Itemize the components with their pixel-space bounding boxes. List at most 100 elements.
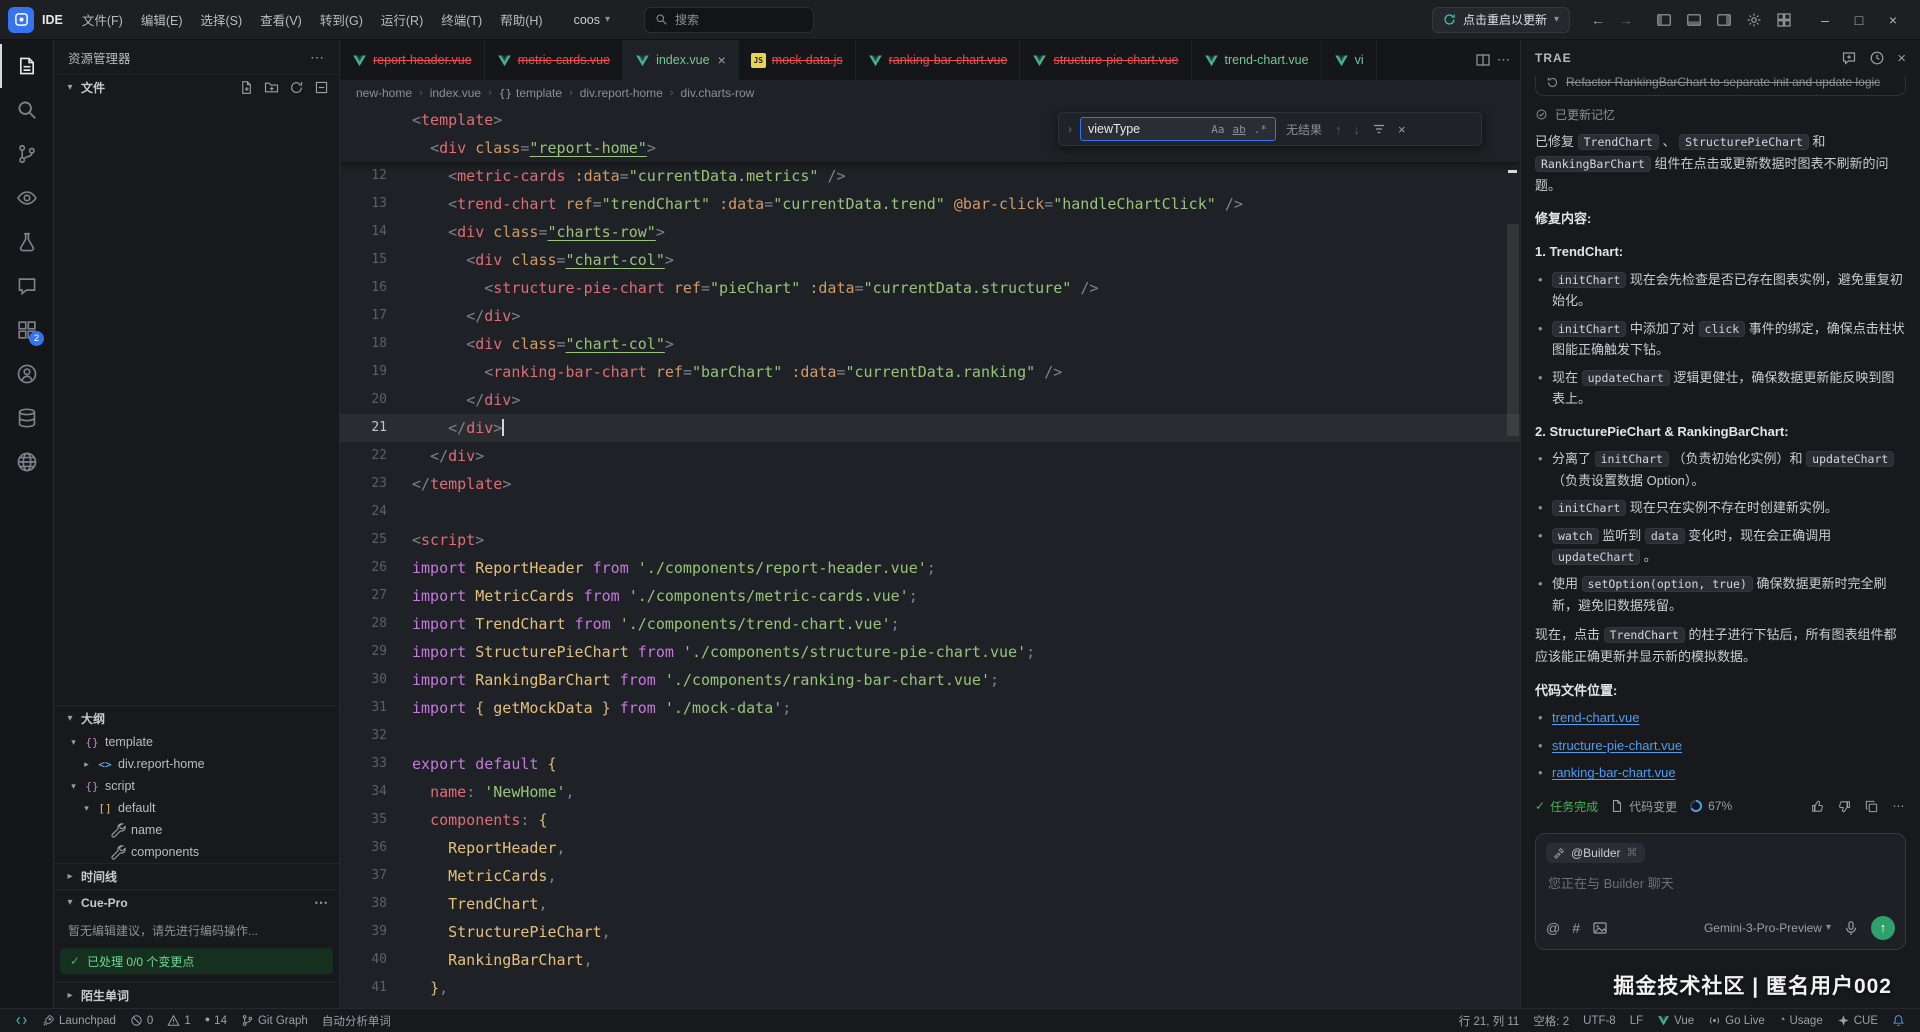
activity-explorer[interactable] — [0, 44, 53, 88]
breadcrumb-item[interactable]: index.vue — [430, 86, 481, 100]
find-input[interactable]: viewType Aa ab .* — [1080, 117, 1276, 141]
code-line[interactable]: 31import { getMockData } from './mock-da… — [340, 694, 1520, 722]
activity-search[interactable] — [0, 88, 53, 132]
app-logo-icon[interactable] — [8, 7, 34, 33]
layout-panel-bottom-icon[interactable] — [1686, 12, 1702, 28]
status-indentation[interactable]: 空格: 2 — [1526, 1013, 1576, 1029]
tab-index.vue[interactable]: index.vue× — [623, 40, 739, 80]
new-file-icon[interactable] — [239, 80, 254, 95]
code-line[interactable]: 27import MetricCards from './components/… — [340, 582, 1520, 610]
status-dot-count[interactable]: ●14 — [198, 1014, 234, 1027]
code-line[interactable]: 39 StructurePieChart, — [340, 918, 1520, 946]
split-editor-icon[interactable] — [1475, 52, 1491, 68]
status-eol[interactable]: LF — [1623, 1015, 1650, 1027]
file-link[interactable]: ranking-bar-chart.vue — [1552, 765, 1676, 780]
activity-source-control[interactable] — [0, 132, 53, 176]
breadcrumb-item[interactable]: div.charts-row — [681, 86, 755, 100]
menu-item[interactable]: 选择(S) — [191, 6, 251, 33]
restart-update-button[interactable]: 点击重启以更新 ▾ — [1432, 7, 1570, 33]
section-files[interactable]: ▾ 文件 — [54, 74, 339, 100]
more-actions-icon[interactable]: ⋯ — [314, 894, 329, 911]
menu-item[interactable]: 终端(T) — [432, 6, 491, 33]
activity-extensions[interactable]: 2 — [0, 308, 53, 352]
maximize-button[interactable]: □ — [1842, 12, 1876, 28]
code-line[interactable]: 38 TrendChart, — [340, 890, 1520, 918]
match-case-icon[interactable]: Aa — [1207, 123, 1228, 136]
activity-database[interactable] — [0, 396, 53, 440]
global-search-box[interactable]: 搜索 — [644, 7, 814, 33]
status-usage[interactable]: ◔Usage — [1772, 1014, 1830, 1027]
history-icon[interactable] — [1869, 50, 1885, 66]
menu-item[interactable]: 文件(F) — [73, 6, 132, 33]
code-line[interactable]: 18 <div class="chart-col"> — [340, 330, 1520, 358]
code-line[interactable]: 34 name: 'NewHome', — [340, 778, 1520, 806]
code-line[interactable]: 14 <div class="charts-row"> — [340, 218, 1520, 246]
file-tree-empty-area[interactable] — [54, 100, 339, 705]
breadcrumb-item[interactable]: div.report-home — [580, 86, 663, 100]
layout-sidebar-left-icon[interactable] — [1656, 12, 1672, 28]
outline-item[interactable]: name — [54, 819, 339, 841]
code-line[interactable]: 20 </div> — [340, 386, 1520, 414]
mention-icon[interactable]: @ — [1546, 920, 1560, 936]
scrollbar-thumb[interactable] — [1507, 224, 1519, 436]
tab-report-header.vue[interactable]: report-header.vue — [340, 40, 485, 80]
code-line[interactable]: 23</template> — [340, 470, 1520, 498]
memory-updated-note[interactable]: 已更新记忆 — [1535, 106, 1906, 123]
code-line[interactable]: 17 </div> — [340, 302, 1520, 330]
settings-gear-icon[interactable] — [1746, 12, 1762, 28]
find-next-icon[interactable]: ↓ — [1351, 122, 1364, 137]
code-line[interactable]: 36 ReportHeader, — [340, 834, 1520, 862]
status-cursor-position[interactable]: 行 21, 列 11 — [1452, 1013, 1527, 1029]
image-attach-icon[interactable] — [1592, 920, 1608, 936]
editor-scrollbar[interactable] — [1506, 106, 1520, 1008]
status-launchpad[interactable]: Launchpad — [35, 1014, 123, 1027]
status-git-graph[interactable]: Git Graph — [234, 1014, 315, 1027]
code-line[interactable]: 26import ReportHeader from './components… — [340, 554, 1520, 582]
status-errors[interactable]: 0 — [123, 1014, 160, 1027]
menu-item[interactable]: 帮助(H) — [491, 6, 551, 33]
find-close-icon[interactable]: × — [1395, 122, 1409, 137]
code-line[interactable]: 30import RankingBarChart from './compone… — [340, 666, 1520, 694]
code-line[interactable]: 24 — [340, 498, 1520, 526]
outline-item[interactable]: ▾[]default — [54, 797, 339, 819]
activity-preview[interactable] — [0, 176, 53, 220]
activity-account[interactable] — [0, 352, 53, 396]
tab-mock-data.js[interactable]: JSmock-data.js — [739, 40, 856, 80]
code-line[interactable]: 28import TrendChart from './components/t… — [340, 610, 1520, 638]
tab-close-icon[interactable]: × — [718, 52, 726, 68]
close-panel-icon[interactable]: × — [1897, 50, 1906, 67]
breadcrumb-item[interactable]: new-home — [356, 86, 412, 100]
chat-input-box[interactable]: @Builder ⌘ 您正在与 Builder 聊天 @ # Gemini-3-… — [1535, 833, 1906, 950]
status-warnings[interactable]: 1 — [160, 1014, 197, 1027]
menu-item[interactable]: 查看(V) — [251, 6, 311, 33]
code-line[interactable]: 21 </div> — [340, 414, 1520, 442]
code-line[interactable]: 35 components: { — [340, 806, 1520, 834]
activity-chat[interactable] — [0, 264, 53, 308]
section-unfamiliar-words[interactable]: ▸ 陌生单词 — [54, 982, 339, 1008]
status-remote[interactable] — [8, 1014, 35, 1027]
code-line[interactable]: 41 }, — [340, 974, 1520, 1002]
model-selector[interactable]: Gemini-3-Pro-Preview ▾ — [1704, 921, 1831, 935]
find-in-selection-icon[interactable] — [1369, 122, 1389, 136]
code-line[interactable]: 32 — [340, 722, 1520, 750]
outline-item[interactable]: ▾{}script — [54, 775, 339, 797]
code-line[interactable]: 12 <metric-cards :data="currentData.metr… — [340, 162, 1520, 190]
find-previous-icon[interactable]: ↑ — [1332, 122, 1345, 137]
breadcrumb-item[interactable]: {}template — [499, 86, 562, 100]
code-line[interactable]: 33export default { — [340, 750, 1520, 778]
code-line[interactable]: 13 <trend-chart ref="trendChart" :data="… — [340, 190, 1520, 218]
code-line[interactable]: 29import StructurePieChart from './compo… — [340, 638, 1520, 666]
tab-metric-cards.vue[interactable]: metric-cards.vue — [485, 40, 623, 80]
code-line[interactable]: 16 <structure-pie-chart ref="pieChart" :… — [340, 274, 1520, 302]
code-line[interactable]: 25<script> — [340, 526, 1520, 554]
outline-item[interactable]: ▸<>div.report-home — [54, 753, 339, 775]
section-timeline[interactable]: ▸ 时间线 — [54, 863, 339, 889]
new-chat-icon[interactable] — [1841, 50, 1857, 66]
customize-layout-icon[interactable] — [1776, 12, 1792, 28]
hash-icon[interactable]: # — [1572, 920, 1580, 936]
code-line[interactable]: 15 <div class="chart-col"> — [340, 246, 1520, 274]
tab-ranking-bar-chart.vue[interactable]: ranking-bar-chart.vue — [856, 40, 1021, 80]
regex-icon[interactable]: .* — [1250, 123, 1271, 136]
layout-sidebar-right-icon[interactable] — [1716, 12, 1732, 28]
menu-item[interactable]: 运行(R) — [372, 6, 432, 33]
